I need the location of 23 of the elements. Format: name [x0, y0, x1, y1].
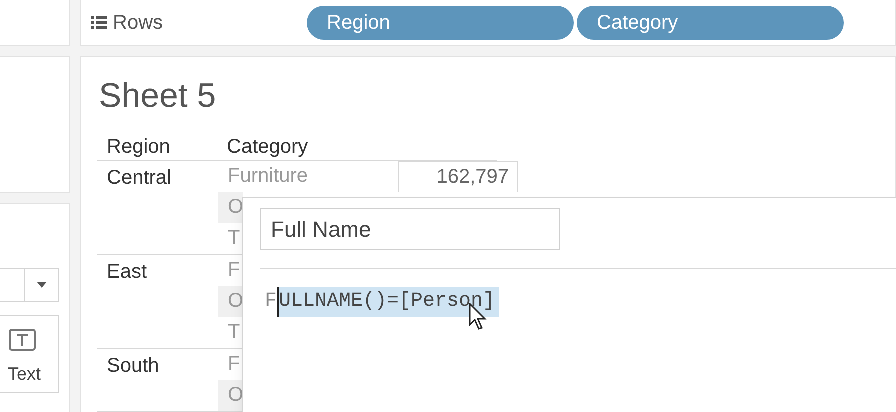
row-header: O [218, 286, 243, 317]
row-header: Central [106, 166, 172, 191]
sheet-title: Sheet 5 [99, 79, 218, 113]
caret-icon [36, 282, 46, 288]
name-field[interactable]: Full Name [260, 208, 560, 250]
table-cell: 162,797 [398, 161, 518, 192]
row-header: Furniture [227, 164, 310, 189]
row-header: South [106, 354, 160, 379]
shelf-label: Rows [113, 10, 164, 36]
row-header: F [227, 352, 242, 377]
row-header: F [227, 258, 242, 283]
mark-type-dropdown[interactable] [0, 268, 59, 302]
column-header: Category [226, 134, 310, 160]
row-header: O [218, 192, 243, 223]
row-header: O [218, 380, 243, 411]
column-header: Region [106, 134, 172, 160]
side-panel [0, 0, 70, 46]
list-icon [91, 16, 107, 29]
row-header: T [227, 226, 242, 251]
text-mark-button[interactable]: Text [0, 315, 59, 393]
row-header: T [227, 320, 242, 345]
row-header: East [106, 260, 148, 285]
text-box-icon [9, 329, 36, 351]
